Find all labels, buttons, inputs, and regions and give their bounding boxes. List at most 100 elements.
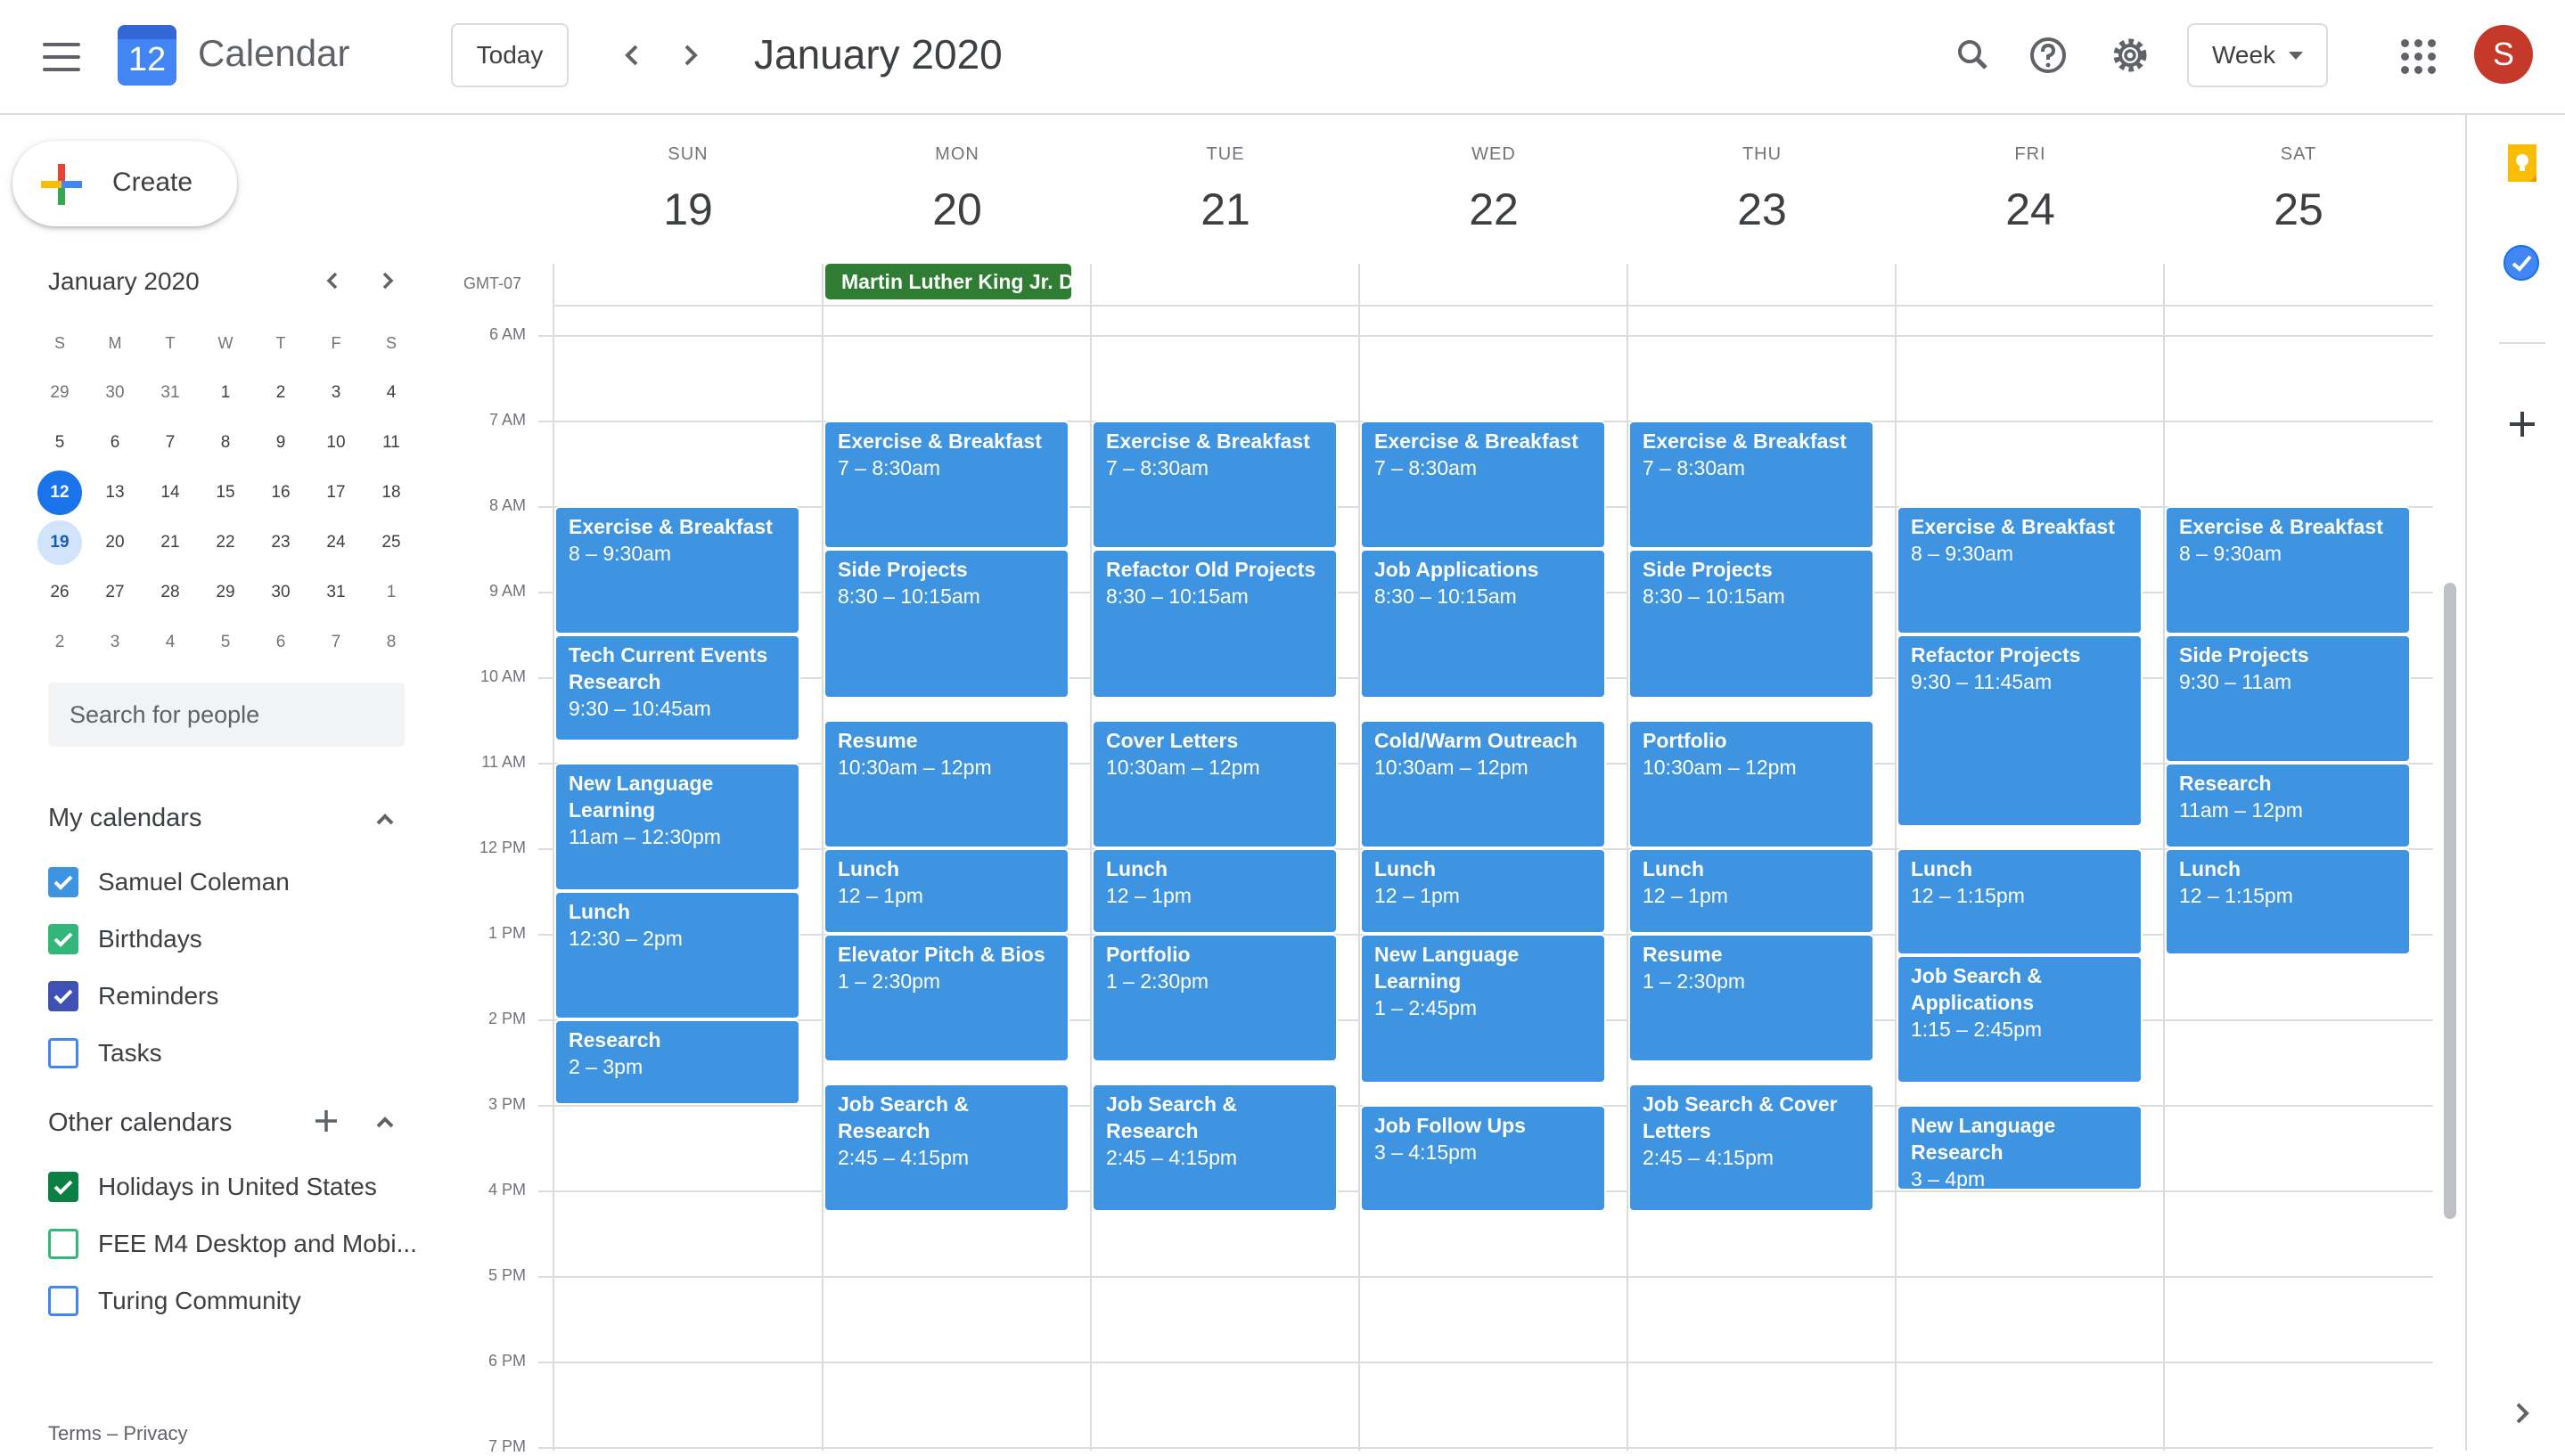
mini-calendar-day[interactable]: 28 (148, 570, 193, 615)
help-icon[interactable] (2021, 29, 2075, 82)
create-button[interactable]: Create (12, 141, 237, 226)
mini-calendar-day[interactable]: 5 (203, 620, 248, 665)
chevron-up-icon[interactable] (369, 1107, 401, 1139)
mini-calendar-day[interactable]: 31 (148, 371, 193, 415)
mini-calendar-day[interactable]: 9 (258, 421, 303, 465)
mini-calendar-day[interactable]: 4 (369, 371, 414, 415)
calendar-list-item[interactable]: FEE M4 Desktop and Mobi... (48, 1226, 417, 1262)
calendar-event[interactable]: Job Search & Cover Letters 2:45 – 4:15pm (1628, 1084, 1874, 1212)
mini-calendar-day[interactable]: 10 (314, 421, 358, 465)
calendar-event[interactable]: Cover Letters 10:30am – 12pm (1092, 720, 1338, 848)
calendar-event[interactable]: Lunch 12 – 1pm (824, 848, 1069, 934)
calendar-event[interactable]: Refactor Old Projects 8:30 – 10:15am (1092, 549, 1338, 699)
calendar-event[interactable]: New Language Learning 11am – 12:30pm (554, 763, 800, 891)
mini-calendar-day[interactable]: 4 (148, 620, 193, 665)
calendar-event[interactable]: Resume 10:30am – 12pm (824, 720, 1069, 848)
mini-calendar-day[interactable]: 14 (148, 470, 193, 515)
calendar-event[interactable]: New Language Learning 1 – 2:45pm (1360, 934, 1606, 1084)
calendar-event[interactable]: Lunch 12 – 1:15pm (2165, 848, 2411, 955)
calendar-event[interactable]: Side Projects 8:30 – 10:15am (824, 549, 1069, 699)
calendar-event[interactable]: Exercise & Breakfast 7 – 8:30am (1092, 421, 1338, 549)
mini-calendar-day[interactable]: 31 (314, 570, 358, 615)
mini-calendar-day[interactable]: 22 (203, 520, 248, 565)
view-selector[interactable]: Week (2187, 23, 2328, 87)
mini-calendar-day[interactable]: 19 (37, 520, 82, 565)
mini-prev-month-chevron-icon[interactable] (310, 258, 355, 303)
tasks-icon[interactable] (2501, 242, 2542, 283)
calendar-event[interactable]: Job Follow Ups 3 – 4:15pm (1360, 1105, 1606, 1212)
day-number[interactable]: 25 (2165, 184, 2432, 235)
mini-calendar-day[interactable]: 29 (203, 570, 248, 615)
mini-calendar-day[interactable]: 27 (93, 570, 137, 615)
mini-calendar-day[interactable]: 23 (258, 520, 303, 565)
calendar-event[interactable]: Exercise & Breakfast 7 – 8:30am (1360, 421, 1606, 549)
chevron-right-icon[interactable] (665, 30, 715, 80)
calendar-event[interactable]: Cold/Warm Outreach 10:30am – 12pm (1360, 720, 1606, 848)
today-button[interactable]: Today (451, 23, 569, 87)
add-calendar-plus-icon[interactable] (310, 1105, 342, 1137)
day-number[interactable]: 23 (1628, 184, 1896, 235)
calendar-list-item[interactable]: Tasks (48, 1035, 405, 1071)
mini-calendar-day[interactable]: 13 (93, 470, 137, 515)
search-icon[interactable] (1946, 29, 2000, 82)
calendar-event[interactable]: Lunch 12:30 – 2pm (554, 891, 800, 1019)
checked-checkbox[interactable] (48, 1172, 78, 1202)
calendar-event[interactable]: Exercise & Breakfast 8 – 9:30am (1897, 506, 2143, 634)
day-number[interactable]: 20 (824, 184, 1091, 235)
calendar-list-item[interactable]: Samuel Coleman (48, 864, 405, 900)
mini-calendar-day[interactable]: 11 (369, 421, 414, 465)
mini-calendar-day[interactable]: 3 (93, 620, 137, 665)
mini-calendar-day[interactable]: 12 (37, 470, 82, 515)
calendar-event[interactable]: Lunch 12 – 1pm (1092, 848, 1338, 934)
calendar-event[interactable]: Lunch 12 – 1pm (1628, 848, 1874, 934)
calendar-list-item[interactable]: Turing Community (48, 1283, 405, 1319)
calendar-event[interactable]: Elevator Pitch & Bios 1 – 2:30pm (824, 934, 1069, 1062)
mini-calendar-day[interactable]: 21 (148, 520, 193, 565)
mini-calendar-day[interactable]: 15 (203, 470, 248, 515)
mini-calendar-day[interactable]: 3 (314, 371, 358, 415)
mini-calendar-day[interactable]: 8 (369, 620, 414, 665)
chevron-left-icon[interactable] (608, 30, 658, 80)
checked-checkbox[interactable] (48, 924, 78, 954)
unchecked-checkbox[interactable] (48, 1229, 78, 1259)
calendar-list-item[interactable]: Holidays in United States (48, 1169, 405, 1205)
mini-calendar-day[interactable]: 1 (369, 570, 414, 615)
grid-scrollbar[interactable] (2444, 583, 2456, 1219)
calendar-event[interactable]: Exercise & Breakfast 8 – 9:30am (554, 506, 800, 634)
mini-calendar-day[interactable]: 24 (314, 520, 358, 565)
mini-calendar-day[interactable]: 30 (93, 371, 137, 415)
mini-calendar-day[interactable]: 5 (37, 421, 82, 465)
calendar-event[interactable]: Portfolio 10:30am – 12pm (1628, 720, 1874, 848)
terms-privacy-links[interactable]: Terms – Privacy (48, 1422, 187, 1445)
mini-calendar-day[interactable]: 20 (93, 520, 137, 565)
calendar-list-item[interactable]: Birthdays (48, 921, 405, 957)
mini-calendar-day[interactable]: 6 (258, 620, 303, 665)
mini-calendar-day[interactable]: 29 (37, 371, 82, 415)
calendar-event[interactable]: Portfolio 1 – 2:30pm (1092, 934, 1338, 1062)
calendar-event[interactable]: Side Projects 9:30 – 11am (2165, 634, 2411, 763)
apps-grid-icon[interactable] (2401, 39, 2437, 75)
keep-icon[interactable] (2504, 143, 2540, 184)
gear-icon[interactable] (2103, 29, 2157, 82)
day-number[interactable]: 21 (1092, 184, 1359, 235)
calendar-event[interactable]: Exercise & Breakfast 7 – 8:30am (824, 421, 1069, 549)
search-people-input[interactable]: Search for people (48, 683, 405, 747)
calendar-logo[interactable]: 12 (118, 25, 176, 86)
day-number[interactable]: 24 (1897, 184, 2164, 235)
calendar-event[interactable]: Job Search & Applications 1:15 – 2:45pm (1897, 955, 2143, 1084)
mini-calendar-day[interactable]: 17 (314, 470, 358, 515)
mini-next-month-chevron-icon[interactable] (365, 258, 410, 303)
day-number[interactable]: 19 (554, 184, 822, 235)
calendar-event[interactable]: Resume 1 – 2:30pm (1628, 934, 1874, 1062)
calendar-event[interactable]: Job Applications 8:30 – 10:15am (1360, 549, 1606, 699)
calendar-event[interactable]: Refactor Projects 9:30 – 11:45am (1897, 634, 2143, 827)
calendar-event[interactable]: Exercise & Breakfast 8 – 9:30am (2165, 506, 2411, 634)
calendar-event[interactable]: Lunch 12 – 1pm (1360, 848, 1606, 934)
mini-calendar-day[interactable]: 30 (258, 570, 303, 615)
mini-calendar-day[interactable]: 16 (258, 470, 303, 515)
calendar-event[interactable]: Side Projects 8:30 – 10:15am (1628, 549, 1874, 699)
calendar-event[interactable]: Job Search & Research 2:45 – 4:15pm (1092, 1084, 1338, 1212)
calendar-list-item[interactable]: Reminders (48, 978, 405, 1014)
calendar-event[interactable]: Exercise & Breakfast 7 – 8:30am (1628, 421, 1874, 549)
mini-calendar-day[interactable]: 26 (37, 570, 82, 615)
